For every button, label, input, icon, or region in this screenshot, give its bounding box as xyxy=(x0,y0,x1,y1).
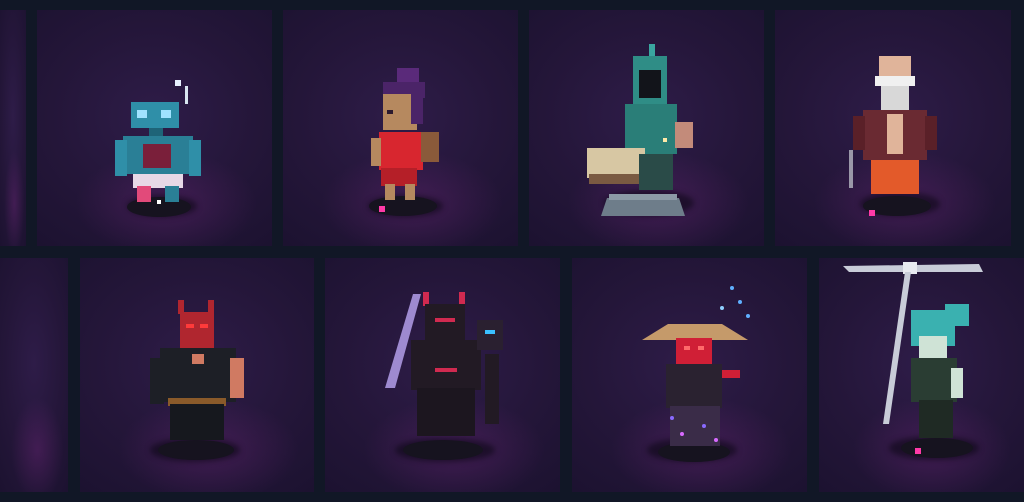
character-tile-purple-haired-girl[interactable] xyxy=(283,10,518,246)
partial-tile-left-top[interactable] xyxy=(0,10,26,246)
character-tile-straw-hat-ronin[interactable] xyxy=(572,258,807,492)
straw-hat-ronin-character xyxy=(642,286,750,462)
partial-tile-left-bottom[interactable] xyxy=(0,258,68,492)
teal-haired-scythe-character xyxy=(843,262,983,458)
character-tile-hooded-bird[interactable] xyxy=(529,10,764,246)
character-tile-bald-bearded-man[interactable] xyxy=(775,10,1011,246)
character-tile-dark-armored-knight[interactable] xyxy=(325,258,560,492)
bald-bearded-man-character xyxy=(849,56,937,216)
hooded-bird-character xyxy=(587,44,693,216)
robot-character xyxy=(115,80,201,217)
horned-masked-warrior-character xyxy=(150,300,244,460)
character-tile-robot[interactable] xyxy=(37,10,272,246)
character-tile-horned-masked-warrior[interactable] xyxy=(80,258,314,492)
character-tile-teal-haired-scythe[interactable] xyxy=(819,258,1024,492)
purple-haired-girl-character xyxy=(369,68,439,216)
dark-armored-knight-character xyxy=(385,292,503,460)
